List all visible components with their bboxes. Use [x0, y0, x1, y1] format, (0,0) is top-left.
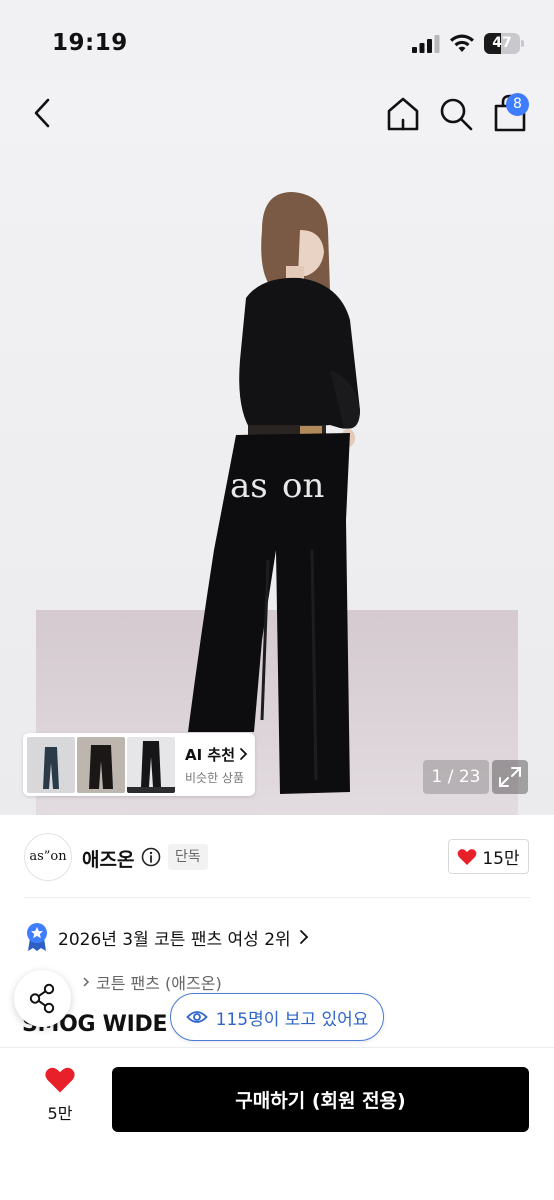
expand-icon[interactable]: [492, 760, 528, 794]
exclusive-badge: 단독: [168, 844, 208, 870]
similar-product-thumbnail-1[interactable]: [27, 736, 75, 793]
product-like-button[interactable]: 5만: [30, 1066, 90, 1134]
info-icon[interactable]: [141, 847, 161, 867]
battery-percent: 47: [492, 35, 512, 51]
ai-title-label: AI 추천: [185, 745, 236, 764]
svg-text:as: as: [230, 466, 268, 506]
breadcrumb-category[interactable]: 코튼 팬츠 (애즈온): [96, 970, 222, 994]
back-arrow-icon[interactable]: [26, 94, 60, 132]
status-time: 19:19: [52, 30, 128, 56]
ranking-medal-icon: [27, 923, 47, 951]
chevron-right-icon: [83, 977, 90, 987]
battery-indicator: 47: [484, 33, 524, 54]
buy-button[interactable]: 구매하기 (회원 전용): [112, 1067, 529, 1132]
heart-icon: [457, 848, 477, 865]
similar-product-thumbnail-3[interactable]: [127, 736, 175, 793]
ai-recommendation-subtitle: 비슷한 상품: [185, 770, 245, 785]
bottom-action-bar: 5만 구매하기 (회원 전용): [0, 1047, 554, 1200]
brand-logo[interactable]: as”on: [24, 833, 72, 881]
cellular-signal-icon: [412, 35, 440, 53]
brand-name[interactable]: 애즈온: [82, 845, 134, 872]
ranking-text: 2026년 3월 코튼 팬츠 여성 2위: [58, 929, 291, 950]
live-viewers-indicator: 115명이 보고 있어요: [170, 993, 384, 1041]
similar-product-thumbnail-2[interactable]: [77, 736, 125, 793]
chevron-right-icon: [299, 930, 308, 944]
ai-recommendation-title: AI 추천: [185, 744, 249, 765]
ai-recommendation-card[interactable]: AI 추천 비슷한 상품: [23, 733, 255, 796]
live-viewers-text: 115명이 보고 있어요: [215, 1009, 369, 1030]
chevron-right-icon: [240, 748, 248, 760]
brand-row: as”on 애즈온 단독 15만: [0, 815, 554, 899]
svg-text:on: on: [282, 466, 324, 506]
heart-icon: [45, 1067, 75, 1093]
image-page-counter: 1 / 23: [423, 760, 489, 794]
brand-like-count: 15만: [482, 849, 520, 869]
ranking-link[interactable]: 2026년 3월 코튼 팬츠 여성 2위: [24, 922, 309, 952]
share-button[interactable]: [14, 970, 71, 1027]
product-image-gallery[interactable]: as on: [0, 80, 554, 815]
cart-count-badge: 8: [506, 93, 529, 116]
status-bar: 19:19 47: [0, 0, 554, 80]
wifi-icon: [450, 34, 474, 52]
home-icon[interactable]: [384, 94, 422, 134]
divider: [24, 897, 530, 898]
share-icon: [29, 983, 55, 1014]
product-photo: as on: [0, 80, 554, 815]
product-like-count: 5만: [47, 1104, 73, 1123]
eye-icon: [185, 1011, 208, 1023]
search-icon[interactable]: [437, 95, 475, 133]
brand-like-button[interactable]: 15만: [448, 839, 529, 874]
